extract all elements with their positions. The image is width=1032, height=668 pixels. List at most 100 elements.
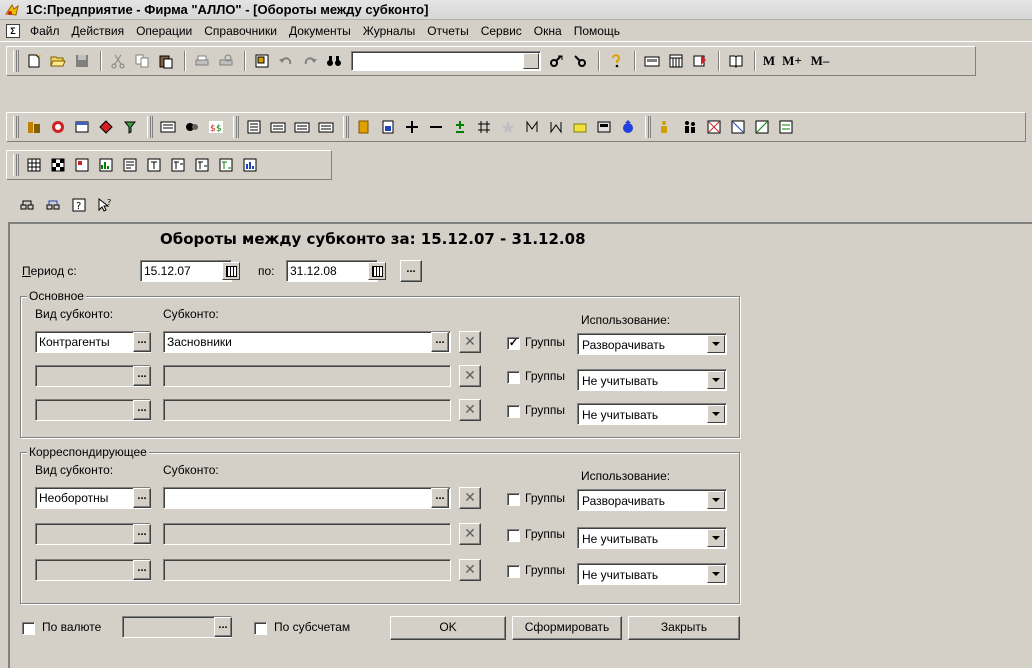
form-help-icon[interactable]: ? <box>68 194 90 216</box>
paste-icon[interactable] <box>155 50 177 72</box>
main-sub-1-select-button[interactable]: ... <box>431 332 449 352</box>
calendar-from-icon[interactable] <box>222 262 240 280</box>
subaccounts-checkbox[interactable] <box>254 622 267 635</box>
corr-sub-2-input[interactable] <box>163 523 451 545</box>
generate-button[interactable]: Сформировать <box>512 616 622 640</box>
chevron-down-icon[interactable] <box>523 53 539 69</box>
text-report-4-icon[interactable] <box>215 154 237 176</box>
list-icon[interactable] <box>243 116 265 138</box>
corr-groups-3-checkbox[interactable] <box>507 565 520 578</box>
bank-icon[interactable] <box>617 116 639 138</box>
main-clear-2-button[interactable]: ✕ <box>459 365 481 387</box>
new-document-icon[interactable] <box>23 50 45 72</box>
currency-checkbox[interactable] <box>22 622 35 635</box>
toolbar-grip[interactable] <box>645 116 651 138</box>
report-green-icon[interactable] <box>751 116 773 138</box>
period-from-input[interactable]: 15.12.07 <box>140 260 232 282</box>
corr-use-1-select[interactable]: Разворачивать <box>577 489 727 511</box>
save-icon[interactable] <box>71 50 93 72</box>
book-orange-icon[interactable] <box>353 116 375 138</box>
payment-icon[interactable] <box>315 116 337 138</box>
menu-reports[interactable]: Отчеты <box>421 24 474 38</box>
collapse-icon[interactable] <box>545 116 567 138</box>
chart-of-accounts-icon[interactable] <box>23 116 45 138</box>
main-sub-2-input[interactable] <box>163 365 451 387</box>
corr-groups-1-checkbox[interactable] <box>507 493 520 506</box>
chevron-down-icon[interactable] <box>707 565 725 583</box>
people-icon[interactable] <box>655 116 677 138</box>
calculator-icon[interactable] <box>641 50 663 72</box>
report-transfer-icon[interactable] <box>775 116 797 138</box>
notes-icon[interactable] <box>689 50 711 72</box>
corr-clear-3-button[interactable]: ✕ <box>459 559 481 581</box>
cash-register-icon[interactable] <box>593 116 615 138</box>
main-sub-1-input[interactable]: Засновники <box>163 331 451 353</box>
chevron-down-icon[interactable] <box>707 529 725 547</box>
main-groups-1-checkbox[interactable]: ✓ <box>507 337 520 350</box>
main-vid-1-select-button[interactable]: ... <box>133 332 151 352</box>
main-use-1-select[interactable]: Разворачивать <box>577 333 727 355</box>
waybill-icon[interactable] <box>291 116 313 138</box>
system-menu-icon[interactable]: Σ <box>6 23 20 38</box>
turnover-icon[interactable] <box>119 154 141 176</box>
main-clear-3-button[interactable]: ✕ <box>459 399 481 421</box>
chevron-down-icon[interactable] <box>707 371 725 389</box>
search-combo[interactable] <box>351 51 541 71</box>
fixed-assets-icon[interactable] <box>181 116 203 138</box>
ok-button[interactable]: OK <box>390 616 506 640</box>
toolbar-grip[interactable] <box>343 116 349 138</box>
toolbar-grip[interactable] <box>233 116 239 138</box>
checker-icon[interactable] <box>47 154 69 176</box>
main-vid-2-select-button[interactable]: ... <box>133 366 151 386</box>
toolbar-grip[interactable] <box>13 50 19 72</box>
toolbar-grip[interactable] <box>147 116 153 138</box>
plus-icon[interactable] <box>401 116 423 138</box>
employees-icon[interactable] <box>679 116 701 138</box>
main-use-3-select[interactable]: Не учитывать <box>577 403 727 425</box>
menu-actions[interactable]: Действия <box>66 24 131 38</box>
redo-icon[interactable] <box>299 50 321 72</box>
main-use-2-select[interactable]: Не учитывать <box>577 369 727 391</box>
main-groups-3-checkbox[interactable] <box>507 405 520 418</box>
corr-vid-3-select-button[interactable]: ... <box>133 560 151 580</box>
menu-documents[interactable]: Документы <box>283 24 357 38</box>
close-button[interactable]: Закрыть <box>628 616 740 640</box>
find-binoculars-icon[interactable] <box>323 50 345 72</box>
whats-this-icon[interactable]: ? <box>94 194 116 216</box>
help-icon[interactable] <box>605 50 627 72</box>
copy-icon[interactable] <box>131 50 153 72</box>
folder-yellow-icon[interactable] <box>569 116 591 138</box>
tree-collapse-icon[interactable] <box>42 194 64 216</box>
calendar-icon[interactable] <box>665 50 687 72</box>
corr-sub-3-input[interactable] <box>163 559 451 581</box>
toolbar-grip[interactable] <box>13 116 19 138</box>
undo-icon[interactable] <box>275 50 297 72</box>
document-blue-icon[interactable] <box>377 116 399 138</box>
balance-sheet-icon[interactable] <box>23 154 45 176</box>
tree-expand-icon[interactable] <box>16 194 38 216</box>
minus-icon[interactable] <box>425 116 447 138</box>
report-blue-icon[interactable] <box>727 116 749 138</box>
book-icon[interactable] <box>725 50 747 72</box>
main-groups-2-checkbox[interactable] <box>507 371 520 384</box>
currency-select-button[interactable]: ... <box>214 617 232 637</box>
entries-icon[interactable] <box>95 116 117 138</box>
plus-minus-icon[interactable] <box>449 116 471 138</box>
chart-report-icon[interactable] <box>239 154 261 176</box>
corr-clear-2-button[interactable]: ✕ <box>459 523 481 545</box>
find-next-icon[interactable] <box>545 50 567 72</box>
menu-help[interactable]: Помощь <box>568 24 626 38</box>
chevron-down-icon[interactable] <box>707 335 725 353</box>
operations-icon[interactable] <box>47 116 69 138</box>
memory-mminus-button[interactable]: M– <box>807 50 833 72</box>
menu-references[interactable]: Справочники <box>198 24 283 38</box>
menu-service[interactable]: Сервис <box>475 24 528 38</box>
calendar-to-icon[interactable] <box>368 262 386 280</box>
expand-icon[interactable] <box>521 116 543 138</box>
chevron-down-icon[interactable] <box>707 491 725 509</box>
invoice-icon[interactable] <box>267 116 289 138</box>
main-vid-3-select-button[interactable]: ... <box>133 400 151 420</box>
memory-m-button[interactable]: M <box>761 50 777 72</box>
report-red-icon[interactable] <box>703 116 725 138</box>
corr-clear-1-button[interactable]: ✕ <box>459 487 481 509</box>
